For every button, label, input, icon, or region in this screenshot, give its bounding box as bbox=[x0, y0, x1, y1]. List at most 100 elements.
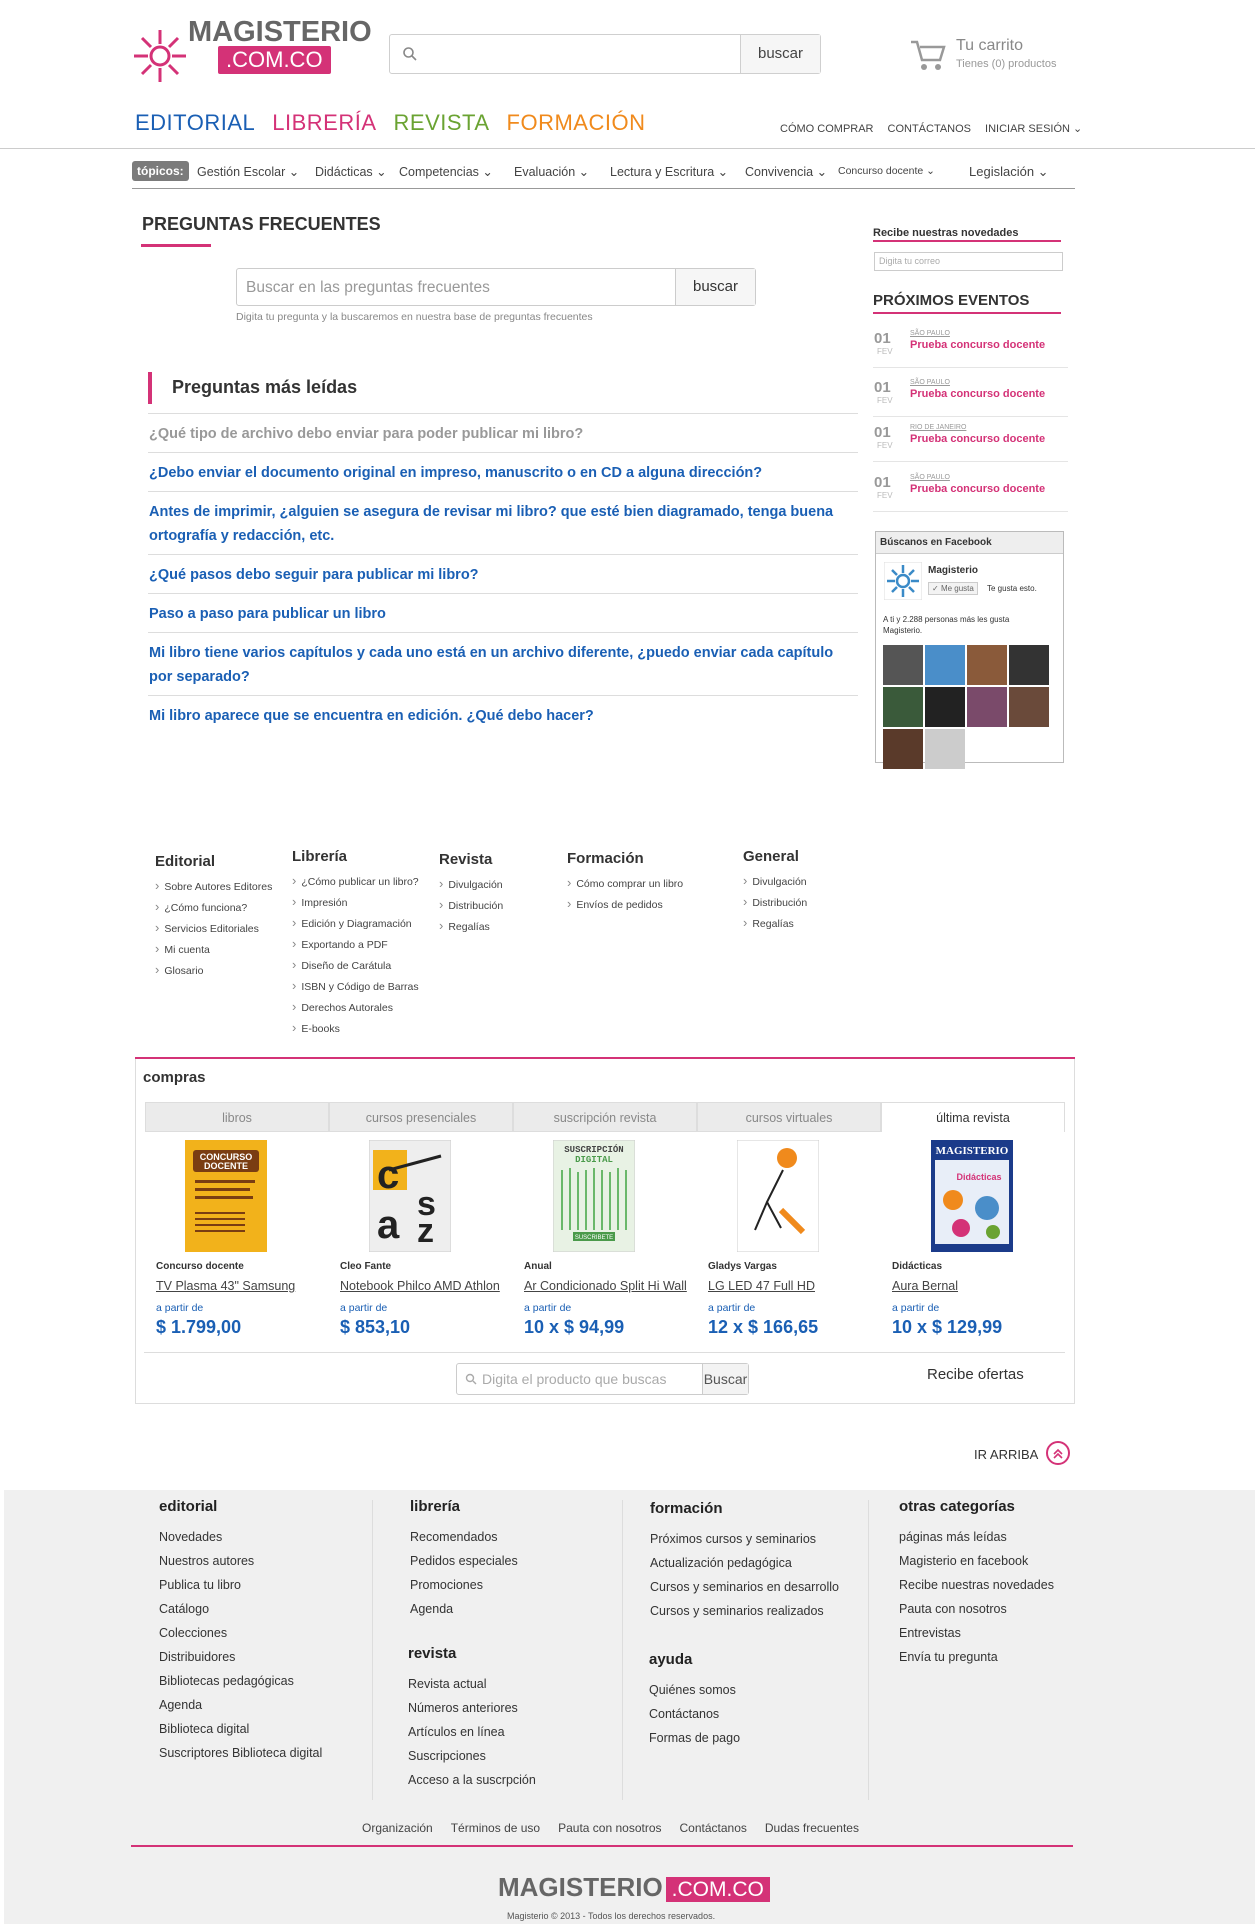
tab-3[interactable]: cursos virtuales bbox=[697, 1102, 881, 1132]
topic-item[interactable]: Evaluación ⌄ bbox=[514, 164, 589, 179]
topic-item[interactable]: Competencias ⌄ bbox=[399, 164, 493, 179]
fan-avatar[interactable] bbox=[925, 729, 965, 769]
chevron-up-icon[interactable] bbox=[1046, 1441, 1070, 1465]
legal-link[interactable]: Pauta con nosotros bbox=[558, 1821, 661, 1835]
faq-question-link[interactable]: Mi libro tiene varios capítulos y cada u… bbox=[148, 632, 858, 695]
event-title[interactable]: Prueba concurso docente bbox=[910, 388, 1045, 400]
faq-question-link[interactable]: ¿Qué tipo de archivo debo enviar para po… bbox=[148, 413, 858, 452]
site-logo[interactable]: MAGISTERIO .COM.CO bbox=[132, 14, 372, 94]
footer-category-link[interactable]: Artículos en línea bbox=[408, 1720, 536, 1744]
product-image[interactable]: CONCURSO DOCENTE bbox=[185, 1140, 267, 1252]
search-button[interactable]: buscar bbox=[740, 35, 820, 73]
cart[interactable]: Tu carrito Tienes (0) productos bbox=[908, 36, 1078, 76]
product-card[interactable]: CONCURSO DOCENTE Concurso docente TV Plasma… bbox=[145, 1135, 325, 1345]
faq-question-link[interactable]: Paso a paso para publicar un libro bbox=[148, 593, 858, 632]
facebook-like-button[interactable]: ✓ Me gusta bbox=[928, 582, 978, 595]
faq-question-link[interactable]: Antes de imprimir, ¿alguien se asegura d… bbox=[148, 491, 858, 554]
event-title[interactable]: Prueba concurso docente bbox=[910, 483, 1045, 495]
back-to-top-link[interactable]: IR ARRIBA bbox=[974, 1447, 1038, 1462]
product-name[interactable]: LG LED 47 Full HD bbox=[708, 1279, 815, 1293]
product-name[interactable]: TV Plasma 43" Samsung bbox=[156, 1279, 295, 1293]
site-search[interactable]: buscar bbox=[389, 34, 821, 74]
fan-avatar[interactable] bbox=[925, 687, 965, 727]
footer-category-link[interactable]: Recomendados bbox=[410, 1525, 518, 1549]
topic-item[interactable]: Gestión Escolar ⌄ bbox=[197, 164, 299, 179]
footer-link[interactable]: Divulgación bbox=[743, 871, 807, 892]
tab-2[interactable]: suscripción revista bbox=[513, 1102, 697, 1132]
main-nav-item[interactable]: LIBRERÍA bbox=[272, 110, 376, 136]
fan-avatar[interactable] bbox=[1009, 687, 1049, 727]
footer-category-link[interactable]: Entrevistas bbox=[899, 1621, 1054, 1645]
product-name[interactable]: Notebook Philco AMD Athlon bbox=[340, 1279, 500, 1293]
footer-link[interactable]: Derechos Autorales bbox=[292, 997, 419, 1018]
topic-item[interactable]: Convivencia ⌄ bbox=[745, 164, 827, 179]
product-image[interactable]: MAGISTERIO Didácticas bbox=[931, 1140, 1013, 1252]
product-name[interactable]: Ar Condicionado Split Hi Wall bbox=[524, 1279, 687, 1293]
legal-link[interactable]: Organización bbox=[362, 1821, 433, 1835]
footer-link[interactable]: Mi cuenta bbox=[155, 939, 272, 960]
product-image[interactable] bbox=[736, 1139, 820, 1253]
footer-category-link[interactable]: Bibliotecas pedagógicas bbox=[159, 1669, 322, 1693]
topic-item[interactable]: Didácticas ⌄ bbox=[315, 164, 387, 179]
footer-category-link[interactable]: Agenda bbox=[159, 1693, 322, 1717]
footer-category-link[interactable]: Próximos cursos y seminarios bbox=[650, 1527, 839, 1551]
footer-category-link[interactable]: Formas de pago bbox=[649, 1726, 740, 1750]
footer-link[interactable]: Distribución bbox=[743, 892, 807, 913]
footer-category-link[interactable]: Cursos y seminarios realizados bbox=[650, 1599, 839, 1623]
legal-link[interactable]: Términos de uso bbox=[451, 1821, 540, 1835]
footer-link[interactable]: Exportando a PDF bbox=[292, 934, 419, 955]
footer-link[interactable]: Diseño de Carátula bbox=[292, 955, 419, 976]
footer-category-link[interactable]: páginas más leídas bbox=[899, 1525, 1054, 1549]
footer-category-link[interactable]: Acceso a la suscrpción bbox=[408, 1768, 536, 1792]
topic-item[interactable]: Legislación ⌄ bbox=[969, 164, 1049, 180]
footer-category-link[interactable]: Quiénes somos bbox=[649, 1678, 740, 1702]
footer-category-link[interactable]: Actualización pedagógica bbox=[650, 1551, 839, 1575]
product-card[interactable]: Gladys Vargas LG LED 47 Full HD a partir d… bbox=[697, 1135, 877, 1345]
footer-category-link[interactable]: Publica tu libro bbox=[159, 1573, 322, 1597]
footer-link[interactable]: Edición y Diagramación bbox=[292, 913, 419, 934]
footer-category-link[interactable]: Números anteriores bbox=[408, 1696, 536, 1720]
fan-avatar[interactable] bbox=[883, 729, 923, 769]
footer-category-link[interactable]: Catálogo bbox=[159, 1597, 322, 1621]
faq-search-button[interactable]: buscar bbox=[675, 269, 755, 305]
product-search-input[interactable]: Digita el producto que buscas Buscar bbox=[456, 1363, 749, 1395]
user-nav-link[interactable]: INICIAR SESIÓN ⌄ bbox=[985, 123, 1082, 135]
footer-category-link[interactable]: Contáctanos bbox=[649, 1702, 740, 1726]
footer-category-link[interactable]: Promociones bbox=[410, 1573, 518, 1597]
footer-category-link[interactable]: Nuestros autores bbox=[159, 1549, 322, 1573]
footer-link[interactable]: Servicios Editoriales bbox=[155, 918, 272, 939]
event-item[interactable]: 01 FEV SÃO PAULO Prueba concurso docente bbox=[873, 466, 1068, 512]
tab-4[interactable]: última revista bbox=[881, 1102, 1065, 1132]
topic-item[interactable]: Concurso docente ⌄ bbox=[838, 165, 935, 177]
event-item[interactable]: 01 FEV RIO DE JANEIRO Prueba concurso docen… bbox=[873, 416, 1068, 462]
product-card[interactable]: MAGISTERIO Didácticas Didácticas Aura Berna… bbox=[881, 1135, 1061, 1345]
product-image[interactable]: SUSCRIPCIÓN DIGITAL SUSCRIBETE bbox=[552, 1139, 636, 1253]
footer-category-link[interactable]: Recibe nuestras novedades bbox=[899, 1573, 1054, 1597]
event-title[interactable]: Prueba concurso docente bbox=[910, 433, 1045, 445]
fan-avatar[interactable] bbox=[967, 687, 1007, 727]
event-item[interactable]: 01 FEV SÃO PAULO Prueba concurso docente bbox=[873, 371, 1068, 417]
fan-avatar[interactable] bbox=[925, 645, 965, 685]
fan-avatar[interactable] bbox=[883, 687, 923, 727]
footer-link[interactable]: Distribución bbox=[439, 895, 503, 916]
footer-link[interactable]: Sobre Autores Editores bbox=[155, 876, 272, 897]
faq-question-link[interactable]: Mi libro aparece que se encuentra en edi… bbox=[148, 695, 858, 734]
faq-question-link[interactable]: ¿Qué pasos debo seguir para publicar mi … bbox=[148, 554, 858, 593]
topic-item[interactable]: Lectura y Escritura ⌄ bbox=[610, 164, 728, 179]
product-card[interactable]: SUSCRIPCIÓN DIGITAL SUSCRIBETE Anual Ar Cond… bbox=[513, 1135, 693, 1345]
footer-category-link[interactable]: Suscriptores Biblioteca digital bbox=[159, 1741, 322, 1765]
footer-link[interactable]: Regalías bbox=[439, 916, 503, 937]
tab-0[interactable]: libros bbox=[145, 1102, 329, 1132]
footer-category-link[interactable]: Biblioteca digital bbox=[159, 1717, 322, 1741]
event-item[interactable]: 01 FEV SÃO PAULO Prueba concurso docente bbox=[873, 322, 1068, 368]
footer-category-link[interactable]: Revista actual bbox=[408, 1672, 536, 1696]
footer-link[interactable]: Divulgación bbox=[439, 874, 503, 895]
footer-link[interactable]: Regalías bbox=[743, 913, 807, 934]
legal-link[interactable]: Contáctanos bbox=[680, 1821, 747, 1835]
legal-link[interactable]: Dudas frecuentes bbox=[765, 1821, 859, 1835]
footer-link[interactable]: Envíos de pedidos bbox=[567, 894, 683, 915]
faq-search-input[interactable]: Buscar en las preguntas frecuentes busca… bbox=[236, 268, 756, 306]
footer-link[interactable]: Cómo comprar un libro bbox=[567, 873, 683, 894]
offers-link[interactable]: Recibe ofertas bbox=[927, 1366, 1024, 1383]
newsletter-email-input[interactable]: Digita tu correo bbox=[874, 252, 1063, 271]
